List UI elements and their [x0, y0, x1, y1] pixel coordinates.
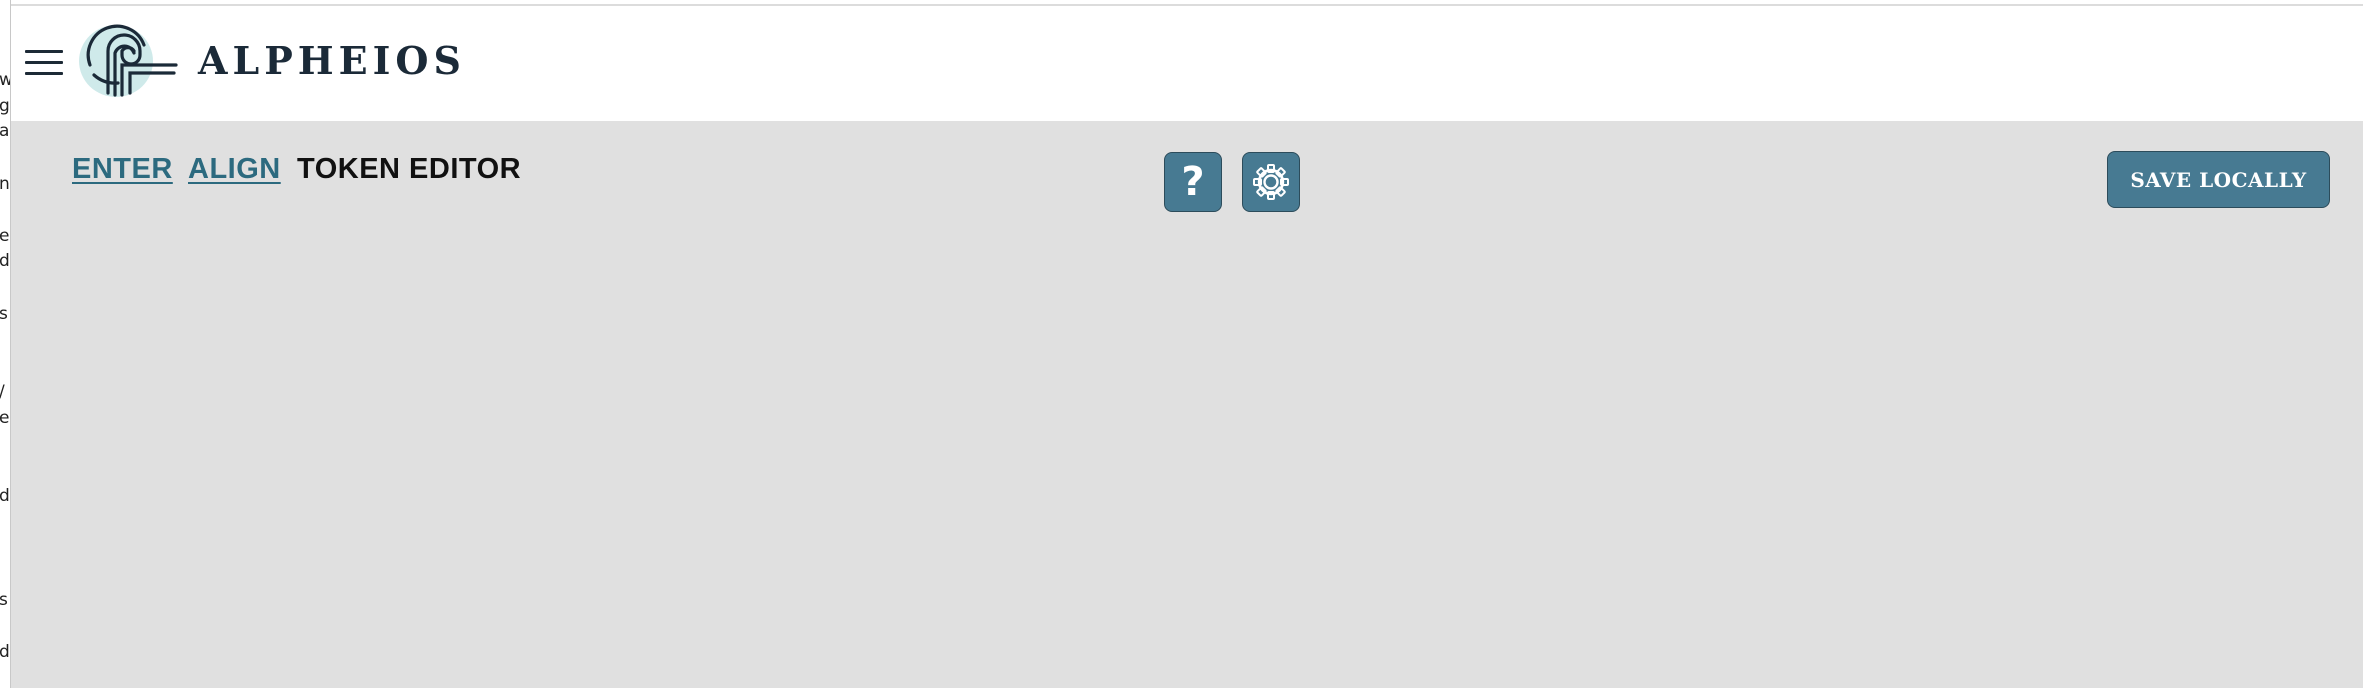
- gutter-char: /: [0, 384, 5, 401]
- save-locally-button[interactable]: SAVE LOCALLY: [2107, 151, 2330, 208]
- gear-icon: [1253, 164, 1289, 200]
- app-page: w g a n e d s / e d s d: [0, 0, 2363, 688]
- nav-align-link[interactable]: ALIGN: [188, 155, 281, 184]
- nav-token-editor-current: TOKEN EDITOR: [297, 153, 522, 185]
- gutter-char: s: [0, 306, 8, 323]
- gutter-char: g: [0, 96, 10, 116]
- alpheios-logo-icon: [78, 21, 178, 101]
- gutter-char: w: [0, 72, 10, 89]
- question-mark-icon: ?: [1181, 159, 1205, 205]
- clipped-side-panel: w g a n e d s / e d s d: [0, 0, 11, 688]
- gutter-char: e: [0, 226, 10, 246]
- help-button[interactable]: ?: [1164, 152, 1222, 212]
- brand-name: ALPHEIOS: [198, 38, 466, 83]
- gutter-char: n: [0, 174, 10, 194]
- nav-enter-link[interactable]: ENTER: [72, 155, 173, 184]
- main-toolbar: ENTER ALIGN TOKEN EDITOR ? SAVE LOCALLY: [11, 121, 2363, 688]
- hamburger-menu-icon[interactable]: [25, 48, 63, 78]
- gutter-char: d: [0, 251, 10, 271]
- settings-button[interactable]: [1242, 152, 1300, 212]
- app-header: ALPHEIOS: [11, 6, 2363, 121]
- gutter-char: s: [0, 592, 8, 609]
- gutter-char: d: [0, 486, 10, 506]
- gutter-char: a: [0, 121, 10, 141]
- gutter-char: d: [0, 642, 10, 662]
- gutter-char: e: [0, 408, 10, 428]
